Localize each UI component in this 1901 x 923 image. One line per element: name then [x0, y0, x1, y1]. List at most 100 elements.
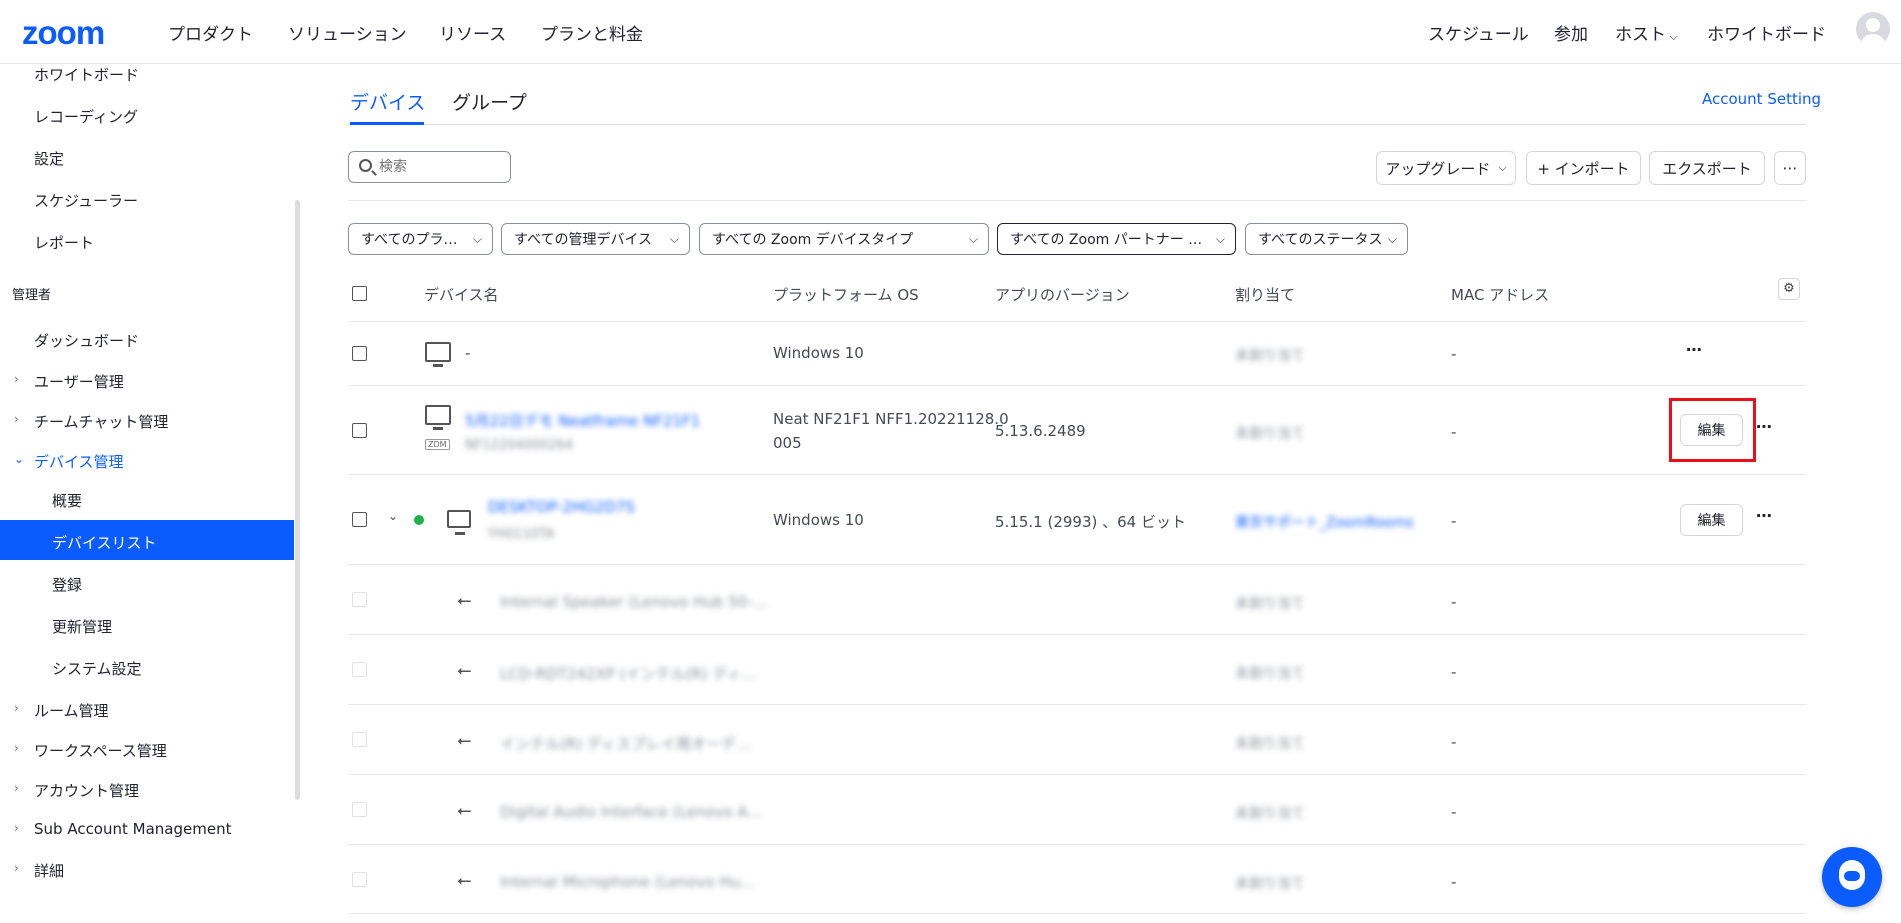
row-more-icon[interactable]: ⋯ — [1756, 506, 1773, 525]
sidebar-scrollbar[interactable] — [295, 200, 300, 800]
filter-status-label: すべてのステータス — [1258, 232, 1383, 248]
row-more-icon[interactable]: ⋯ — [1686, 340, 1703, 359]
sidebar-item-system-settings[interactable]: システム設定 — [52, 658, 142, 679]
nav-pricing[interactable]: プランと料金 — [541, 20, 643, 45]
mac-address: - — [1451, 873, 1457, 891]
mac-address: - — [1451, 663, 1457, 681]
device-name-link[interactable]: 5月22日デモ Neatframe NF21F1 — [465, 410, 700, 431]
chevron-right-icon: › — [14, 412, 19, 426]
more-options-icon[interactable]: ⋯ — [1774, 151, 1806, 185]
zoom-logo[interactable]: zoom — [22, 14, 105, 52]
mac-address: - — [1451, 733, 1457, 751]
import-button[interactable]: + インポート — [1526, 151, 1641, 185]
nav-schedule[interactable]: スケジュール — [1428, 20, 1529, 45]
search-input[interactable] — [379, 157, 504, 177]
gear-icon[interactable]: ⚙ — [1778, 278, 1800, 300]
avatar[interactable] — [1856, 12, 1890, 46]
select-all-checkbox[interactable] — [352, 286, 367, 301]
mac-address: - — [1451, 803, 1457, 821]
row-checkbox[interactable] — [352, 512, 367, 527]
nav-whiteboard[interactable]: ホワイトボード — [1707, 20, 1826, 45]
chevron-right-icon: › — [14, 701, 19, 715]
desktop-computer-icon — [447, 510, 471, 535]
nav-resources[interactable]: リソース — [439, 20, 506, 45]
sidebar-item-account-mgmt[interactable]: アカウント管理 — [34, 780, 139, 801]
assignment-link[interactable]: 東京サポート_ZoomRooms — [1235, 512, 1414, 532]
peripheral-name: インテル(R) ディスプレイ用オーデ… — [500, 735, 751, 753]
sidebar-item-scheduler[interactable]: スケジューラー — [34, 190, 138, 211]
nav-join[interactable]: 参加 — [1554, 20, 1588, 45]
tab-groups[interactable]: グループ — [452, 88, 527, 115]
expand-chevron-icon[interactable]: ⌄ — [388, 509, 398, 523]
filter-managed-devices[interactable]: すべての管理デバイス ⌵ — [501, 223, 690, 255]
row-checkbox[interactable] — [352, 346, 367, 361]
support-chat-button[interactable] — [1822, 847, 1882, 907]
row-divider — [348, 564, 1806, 565]
tab-devices[interactable]: デバイス — [350, 88, 425, 115]
export-button[interactable]: エクスポート — [1649, 151, 1765, 185]
sidebar-item-dashboard[interactable]: ダッシュボード — [34, 330, 139, 351]
row-checkbox — [352, 872, 367, 887]
assignment: 未割り当て — [1235, 806, 1305, 822]
chevron-right-icon: › — [14, 821, 19, 835]
row-divider — [348, 634, 1806, 635]
row-checkbox[interactable] — [352, 423, 367, 438]
sidebar-item-sub-account[interactable]: Sub Account Management — [34, 820, 231, 838]
filter-platform-label: すべてのプラ… — [361, 232, 458, 248]
filter-device-type[interactable]: すべての Zoom デバイスタイプ ⌵ — [699, 223, 989, 255]
chevron-down-icon: ⌵ — [1387, 232, 1397, 246]
device-name-link[interactable]: DESKTOP-2HG2D7S — [488, 498, 635, 516]
sidebar-item-user-mgmt[interactable]: ユーザー管理 — [34, 371, 124, 392]
col-mac-address[interactable]: MAC アドレス — [1451, 284, 1549, 305]
col-device-name[interactable]: デバイス名 — [424, 284, 499, 305]
sidebar-item-team-chat[interactable]: チームチャット管理 — [34, 411, 168, 432]
assignment: 未割り当て — [1235, 666, 1305, 682]
sidebar-item-recording[interactable]: レコーディング — [34, 106, 138, 127]
sidebar-item-overview[interactable]: 概要 — [52, 490, 82, 511]
sidebar-section-admin: 管理者 — [12, 288, 52, 303]
row-checkbox — [352, 802, 367, 817]
search-box[interactable] — [348, 151, 511, 183]
top-bar: zoom プロダクト ソリューション リソース プランと料金 スケジュール 参加… — [0, 0, 1901, 64]
filter-partner[interactable]: すべての Zoom パートナー … ⌵ — [997, 223, 1236, 255]
sidebar-item-room-mgmt[interactable]: ルーム管理 — [34, 700, 109, 721]
sidebar-item-update-mgmt[interactable]: 更新管理 — [52, 616, 112, 637]
col-assignment[interactable]: 割り当て — [1235, 284, 1295, 305]
filter-managed-label: すべての管理デバイス — [514, 232, 653, 248]
assignment: 未割り当て — [1235, 596, 1305, 612]
sidebar-item-workspace-mgmt[interactable]: ワークスペース管理 — [34, 740, 167, 761]
online-status-dot — [414, 515, 424, 525]
row-divider — [348, 385, 1806, 386]
nav-products[interactable]: プロダクト — [168, 20, 253, 45]
peripheral-name: Internal Speaker (Lenovo Hub 50-… — [500, 593, 768, 611]
sidebar-item-whiteboard[interactable]: ホワイトボード — [34, 64, 139, 85]
upgrade-label: アップグレード — [1385, 159, 1491, 178]
chevron-down-icon: ⌵ — [1666, 30, 1678, 43]
row-checkbox — [352, 732, 367, 747]
filter-partner-label: すべての Zoom パートナー … — [1010, 232, 1203, 248]
platform-os: Windows 10 — [773, 344, 864, 362]
mac-address: - — [1451, 423, 1457, 441]
sidebar-item-details[interactable]: 詳細 — [34, 860, 64, 881]
sidebar-item-settings[interactable]: 設定 — [34, 148, 64, 169]
nav-host[interactable]: ホスト ⌵ — [1615, 20, 1678, 45]
device-serial: NF12204000264 — [465, 438, 574, 453]
edit-button[interactable]: 編集 — [1680, 504, 1743, 536]
nav-solutions[interactable]: ソリューション — [288, 20, 407, 45]
sidebar-item-device-list[interactable]: デバイスリスト — [52, 532, 157, 553]
col-platform-os[interactable]: プラットフォーム OS — [773, 284, 919, 305]
account-setting-link[interactable]: Account Setting — [1702, 90, 1821, 108]
nav-host-label: ホスト — [1615, 25, 1666, 45]
filter-platform[interactable]: すべてのプラ… ⌵ — [348, 223, 493, 255]
col-app-version[interactable]: アプリのバージョン — [995, 284, 1130, 305]
sidebar-item-reports[interactable]: レポート — [34, 232, 94, 253]
mac-address: - — [1451, 345, 1457, 363]
sidebar-item-registration[interactable]: 登録 — [52, 574, 82, 595]
sidebar-item-device-mgmt[interactable]: デバイス管理 — [34, 451, 124, 472]
upgrade-button[interactable]: アップグレード ⌵ — [1376, 151, 1516, 185]
filter-status[interactable]: すべてのステータス ⌵ — [1245, 223, 1408, 255]
row-more-icon[interactable]: ⋯ — [1756, 417, 1773, 436]
chevron-down-icon: ⌵ — [968, 232, 978, 246]
usb-icon: ⭠ — [457, 660, 472, 681]
usb-icon: ⭠ — [457, 870, 472, 891]
